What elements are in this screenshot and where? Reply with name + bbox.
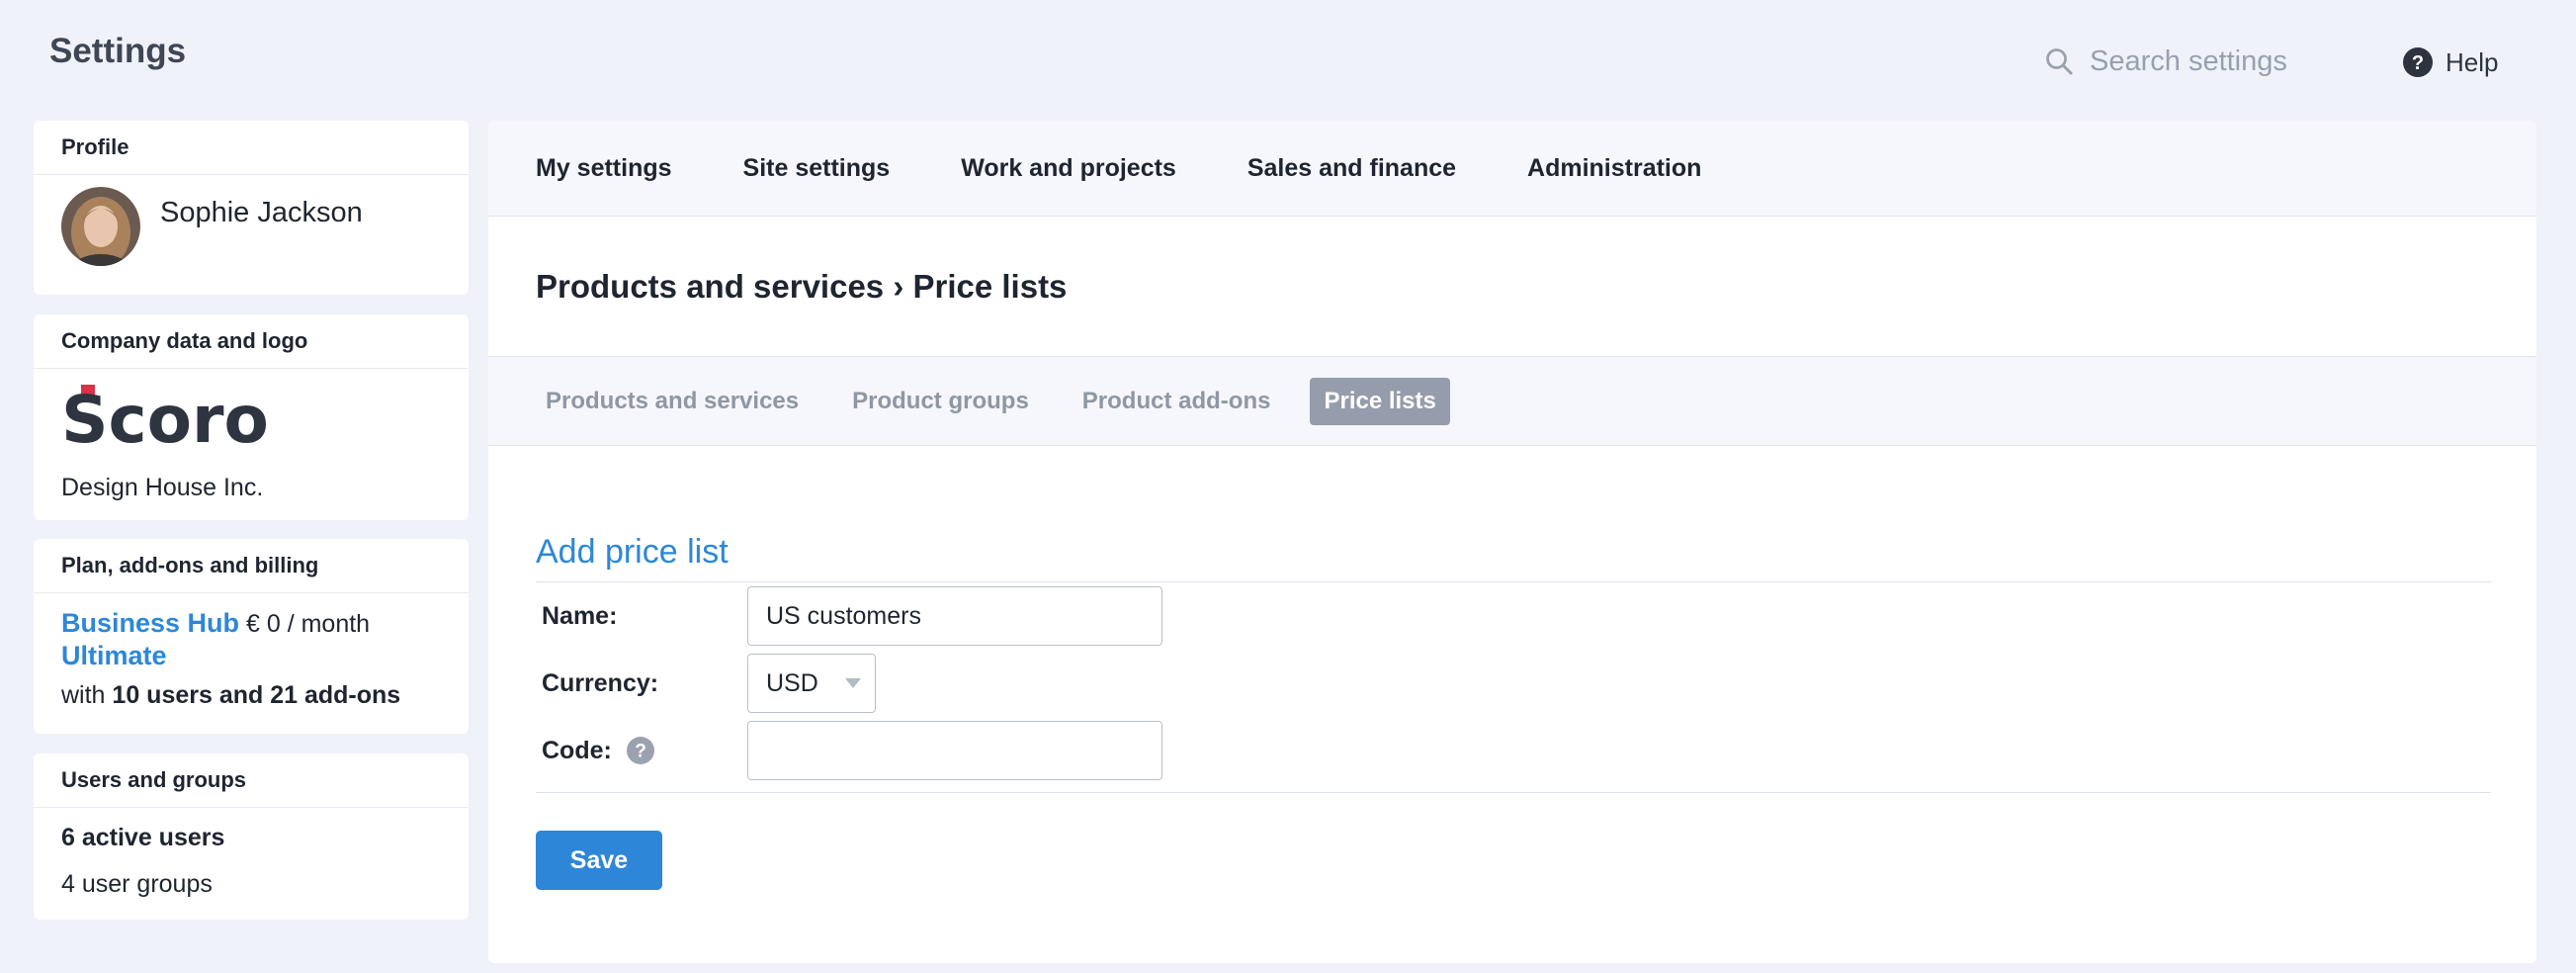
caret-down-icon <box>845 678 861 688</box>
price-list-form: Add price list Name: Currency: USD Code:… <box>488 446 2536 890</box>
page-title: Settings <box>49 32 187 70</box>
company-heading: Company data and logo <box>34 314 469 369</box>
currency-select[interactable]: USD <box>747 654 876 713</box>
main-panel: My settings Site settings Work and proje… <box>488 121 2536 963</box>
profile-name: Sophie Jackson <box>160 197 363 228</box>
plan-card[interactable]: Plan, add-ons and billing Business Hub €… <box>34 539 469 734</box>
help-label: Help <box>2446 46 2499 77</box>
company-card[interactable]: Company data and logo Scoro Design House… <box>34 314 469 520</box>
user-groups: 4 user groups <box>61 870 213 898</box>
currency-value: USD <box>766 668 818 697</box>
question-icon[interactable]: ? <box>626 736 655 765</box>
name-row: Name: <box>536 582 2489 650</box>
plan-heading: Plan, add-ons and billing <box>34 539 469 593</box>
plan-price: € 0 / month <box>246 610 371 638</box>
search-input[interactable] <box>2090 44 2337 78</box>
profile-card[interactable]: Profile Sophie Jackson <box>34 121 469 295</box>
nav-sales-and-finance[interactable]: Sales and finance <box>1247 154 1456 183</box>
active-users: 6 active users <box>61 824 225 851</box>
avatar <box>61 187 140 266</box>
tab-price-lists[interactable]: Price lists <box>1310 377 1450 425</box>
svg-text:?: ? <box>635 742 646 762</box>
plan-with: with <box>61 681 106 709</box>
plan-tier-link[interactable]: Ultimate <box>34 640 469 671</box>
search-icon <box>2042 44 2076 78</box>
name-label: Name: <box>542 601 618 630</box>
scoro-logo: Scoro <box>61 382 269 458</box>
company-name: Design House Inc. <box>61 474 264 501</box>
svg-text:?: ? <box>2412 52 2424 74</box>
currency-label: Currency: <box>542 668 659 697</box>
nav-my-settings[interactable]: My settings <box>536 154 672 183</box>
form-title: Add price list <box>536 533 2491 582</box>
code-field[interactable] <box>747 721 1162 780</box>
code-label: Code: <box>542 736 612 764</box>
name-field[interactable] <box>747 586 1162 646</box>
breadcrumb: Products and services › Price lists <box>488 217 2536 357</box>
plan-summary: 10 users and 21 add-ons <box>112 681 401 709</box>
currency-row: Currency: USD <box>536 650 2489 717</box>
nav-site-settings[interactable]: Site settings <box>743 154 891 183</box>
plan-name-link[interactable]: Business Hub <box>61 608 239 638</box>
tab-product-groups[interactable]: Product groups <box>838 378 1043 425</box>
help-button[interactable]: ? Help <box>2402 44 2498 81</box>
users-heading: Users and groups <box>34 753 469 808</box>
tab-product-add-ons[interactable]: Product add-ons <box>1069 378 1285 425</box>
help-circle-icon: ? <box>2402 46 2434 78</box>
nav-administration[interactable]: Administration <box>1527 154 1701 183</box>
company-logo: Scoro <box>34 369 469 464</box>
logo-text: Scoro <box>61 385 269 448</box>
form-divider <box>536 792 2491 793</box>
save-button[interactable]: Save <box>536 831 662 890</box>
profile-heading: Profile <box>34 121 469 175</box>
settings-nav: My settings Site settings Work and proje… <box>488 121 2536 217</box>
code-row: Code: ? <box>536 717 2489 784</box>
tab-products-and-services[interactable]: Products and services <box>532 378 813 425</box>
nav-work-and-projects[interactable]: Work and projects <box>961 154 1176 183</box>
search-bar[interactable] <box>2042 40 2359 83</box>
code-label-wrap: Code: ? <box>536 736 747 765</box>
users-card[interactable]: Users and groups 6 active users 4 user g… <box>34 753 469 920</box>
subtabs: Products and services Product groups Pro… <box>488 357 2536 446</box>
